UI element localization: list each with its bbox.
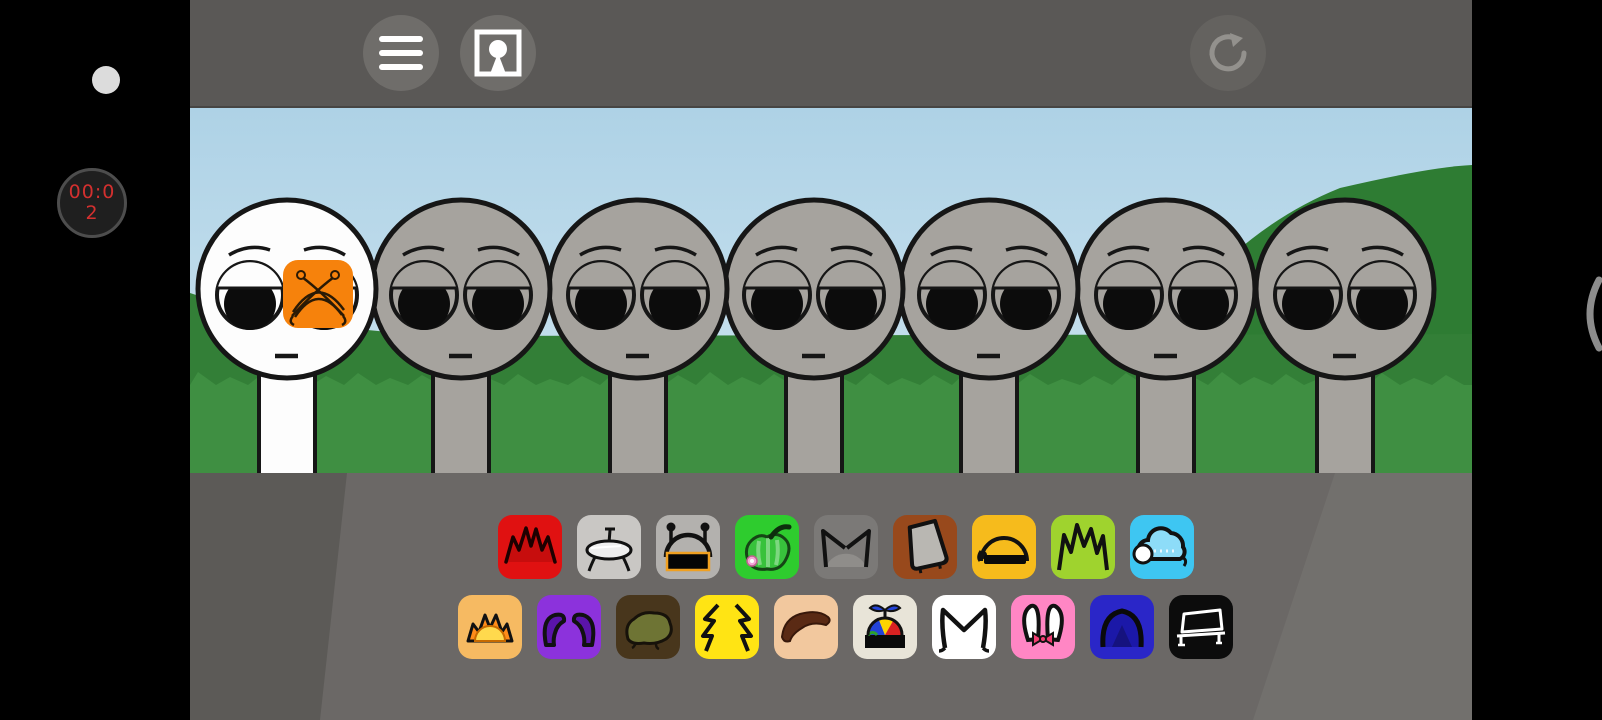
portrait-frame-icon	[474, 29, 522, 77]
item-lightning-horns[interactable]	[695, 595, 759, 659]
reset-icon	[1209, 33, 1247, 72]
stage-floor	[190, 473, 1472, 720]
amber-sleeper-icon	[977, 536, 1029, 564]
reset-button[interactable]	[1190, 15, 1266, 91]
item-red-spiky-crown[interactable]	[498, 515, 562, 579]
recorder-dot-icon	[92, 66, 120, 94]
item-brown-side-hair[interactable]	[774, 595, 838, 659]
item-cyan-rain-cloud[interactable]	[1130, 515, 1194, 579]
item-row-2	[458, 595, 1233, 659]
moss-wig-icon	[625, 611, 673, 651]
item-brown-tilted-cap[interactable]	[893, 515, 957, 579]
item-lime-spiky-grass[interactable]	[1051, 515, 1115, 579]
top-bar	[190, 0, 1472, 108]
white-cat-ears-icon	[938, 607, 990, 653]
black-bench-icon	[1176, 608, 1226, 647]
item-sun-crown[interactable]	[458, 595, 522, 659]
brown-tilted-cap-icon	[907, 518, 949, 574]
character-select-button[interactable]	[460, 15, 536, 91]
sun-crown-icon	[466, 613, 514, 643]
recording-timer: 00:0 2	[57, 168, 127, 238]
item-purple-horns[interactable]	[537, 595, 601, 659]
edge-gesture-arc	[1586, 276, 1602, 352]
item-green-pepper-hat[interactable]	[735, 515, 799, 579]
item-white-cat-ears[interactable]	[932, 595, 996, 659]
cyan-rain-cloud-icon	[1132, 526, 1188, 567]
hamburger-menu-icon	[379, 36, 423, 70]
item-black-bench[interactable]	[1169, 595, 1233, 659]
item-navy-hood[interactable]	[1090, 595, 1154, 659]
propeller-cap-icon	[865, 604, 905, 648]
lime-spiky-grass-icon	[1057, 523, 1109, 571]
lightning-horns-icon	[701, 603, 753, 652]
game-viewport	[190, 0, 1472, 720]
item-gray-cat-ears[interactable]	[814, 515, 878, 579]
item-propeller-cap[interactable]	[853, 595, 917, 659]
item-row-1	[498, 515, 1194, 579]
screen: 00:0 2	[0, 0, 1602, 720]
item-antenna-visor[interactable]	[656, 515, 720, 579]
orange-drum-badge[interactable]	[283, 260, 353, 328]
bunny-ears-icon	[1022, 603, 1064, 647]
scene	[190, 106, 1472, 473]
item-silver-saucer-hat[interactable]	[577, 515, 641, 579]
timer-line1: 00:0	[68, 181, 116, 203]
menu-button[interactable]	[363, 15, 439, 91]
silver-saucer-icon	[585, 527, 633, 572]
green-pepper-icon	[744, 524, 792, 571]
item-moss-wig[interactable]	[616, 595, 680, 659]
item-bunny-ears[interactable]	[1011, 595, 1075, 659]
timer-line2: 2	[85, 202, 99, 224]
navy-hood-icon	[1100, 608, 1144, 648]
purple-horns-icon	[542, 612, 596, 647]
red-spiky-crown-icon	[504, 526, 557, 564]
item-amber-sleeper[interactable]	[972, 515, 1036, 579]
brown-side-hair-icon	[780, 611, 831, 643]
gray-cat-ears-icon	[821, 529, 871, 568]
antenna-visor-icon	[663, 522, 713, 572]
